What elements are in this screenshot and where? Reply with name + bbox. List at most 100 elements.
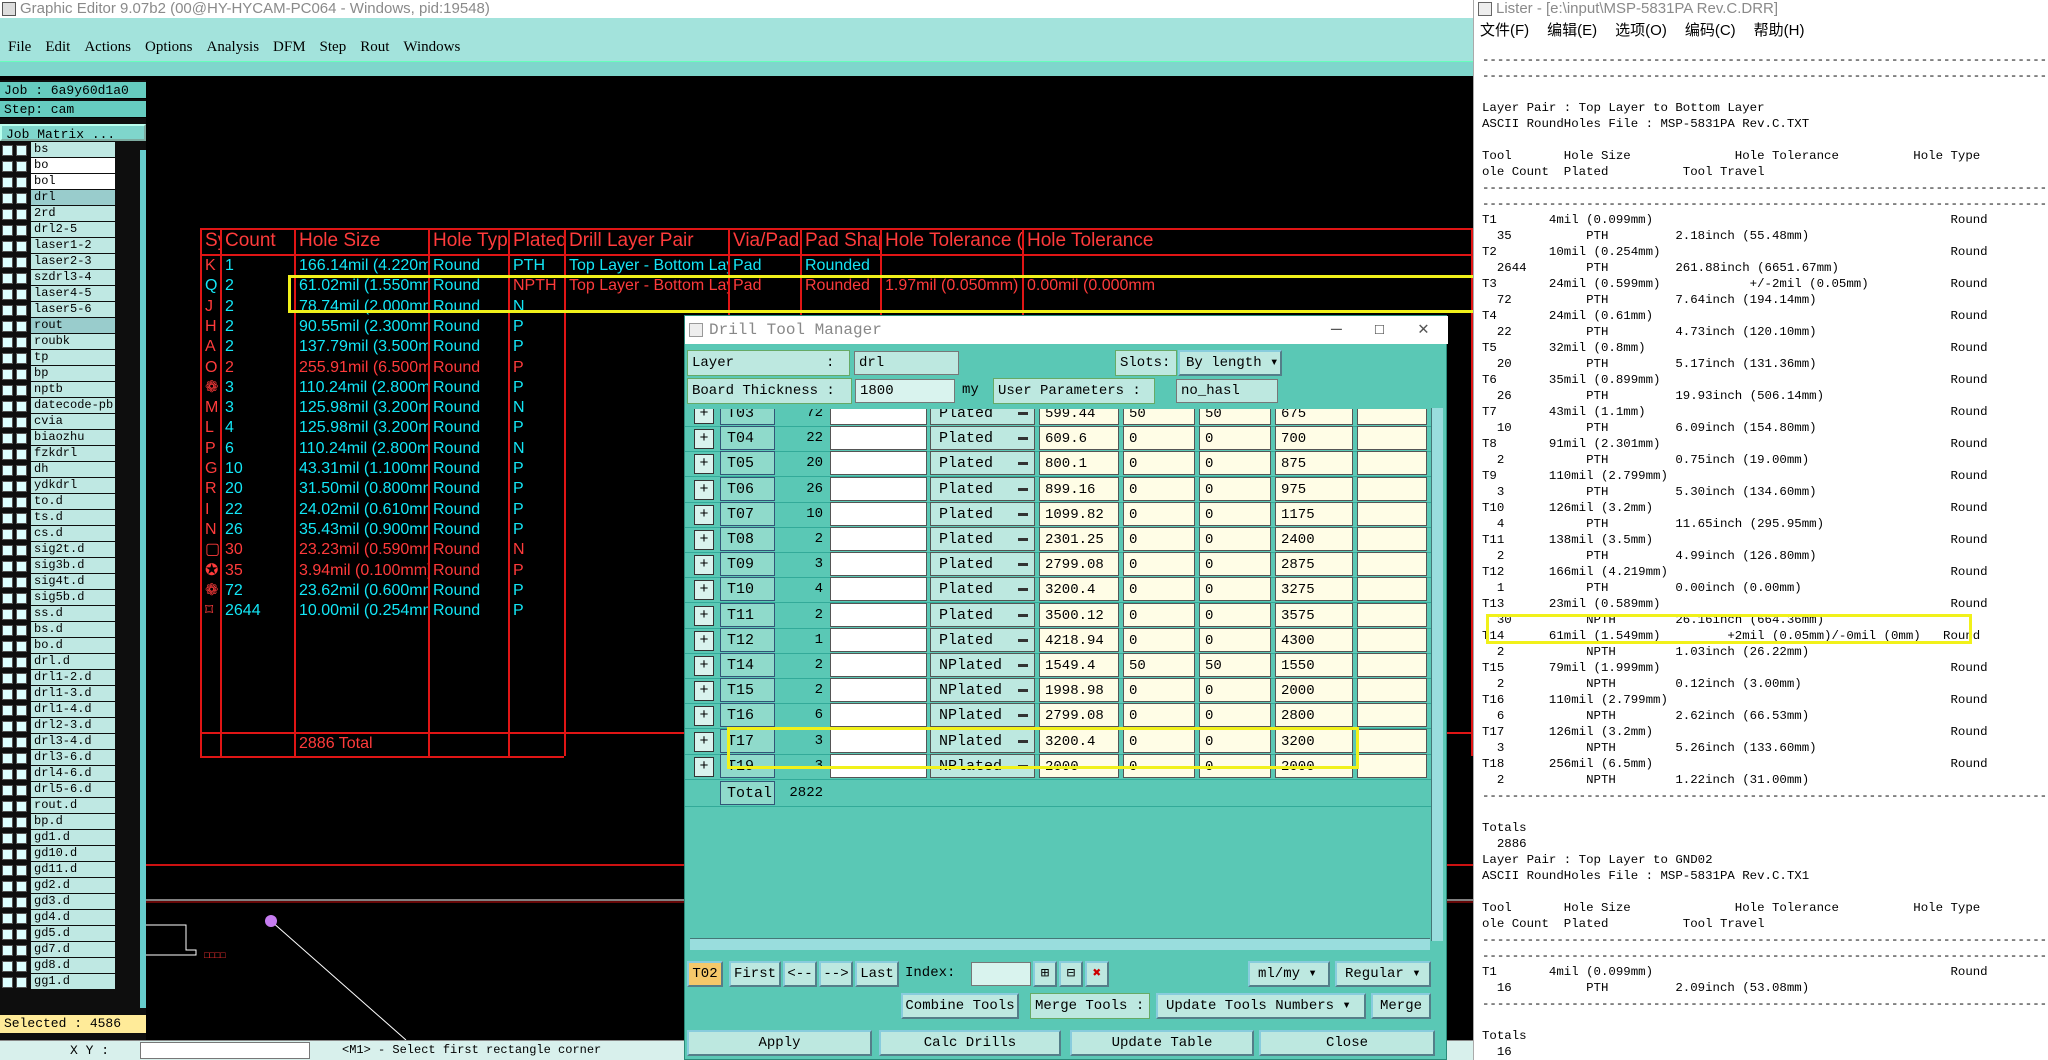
menu-analysis[interactable]: Analysis: [207, 39, 260, 56]
plated-dropdown[interactable]: NPlated: [930, 653, 1035, 677]
layer-affected-checkbox[interactable]: [16, 257, 27, 268]
finish-size-input[interactable]: 2000: [1275, 678, 1353, 703]
layer-checkbox[interactable]: [2, 497, 13, 508]
drill-size-input[interactable]: 4218.94: [1039, 627, 1119, 652]
layer-checkbox[interactable]: [2, 369, 13, 380]
layer-checkbox[interactable]: [2, 977, 13, 988]
layer-row[interactable]: laser2-3: [0, 254, 146, 270]
layer-row[interactable]: gd4.d: [0, 910, 146, 926]
layer-affected-checkbox[interactable]: [16, 689, 27, 700]
layer-row[interactable]: sig3b.d: [0, 558, 146, 574]
extra-input[interactable]: [1357, 728, 1427, 753]
extra-input[interactable]: [1357, 501, 1427, 526]
drill-size-input[interactable]: 2799.08: [1039, 703, 1119, 728]
tool-text-input[interactable]: [830, 451, 927, 476]
layer-row[interactable]: gd1.d: [0, 830, 146, 846]
layer-row[interactable]: drl3-4.d: [0, 734, 146, 750]
plated-dropdown[interactable]: Plated: [930, 426, 1035, 451]
tol-minus-input[interactable]: 0: [1199, 476, 1271, 501]
layer-row[interactable]: bo.d: [0, 638, 146, 654]
layer-field[interactable]: drl: [854, 351, 959, 375]
layer-affected-checkbox[interactable]: [16, 433, 27, 444]
tol-minus-input[interactable]: 0: [1199, 426, 1271, 451]
index-input[interactable]: [971, 962, 1031, 986]
layer-checkbox[interactable]: [2, 769, 13, 780]
layer-row[interactable]: laser1-2: [0, 238, 146, 254]
expand-icon[interactable]: +: [694, 504, 714, 525]
tol-plus-input[interactable]: 0: [1123, 552, 1195, 577]
tool-row[interactable]: + T08 2 Plated 2301.25 0 0 2400: [685, 527, 1440, 553]
extra-input[interactable]: [1357, 753, 1427, 778]
tol-minus-input[interactable]: 0: [1199, 602, 1271, 627]
tool-text-input[interactable]: [830, 577, 927, 602]
layer-checkbox[interactable]: [2, 625, 13, 636]
minimize-icon[interactable]: —: [1331, 316, 1342, 344]
layer-row[interactable]: drl5-6.d: [0, 782, 146, 798]
layer-checkbox[interactable]: [2, 225, 13, 236]
layer-checkbox[interactable]: [2, 785, 13, 796]
board-thickness-input[interactable]: 1800: [855, 379, 955, 403]
layer-row[interactable]: sig5b.d: [0, 590, 146, 606]
layer-checkbox[interactable]: [2, 465, 13, 476]
layer-affected-checkbox[interactable]: [16, 641, 27, 652]
layer-row[interactable]: drl1-2.d: [0, 670, 146, 686]
extra-input[interactable]: [1357, 678, 1427, 703]
delete-icon[interactable]: ✖: [1085, 961, 1109, 987]
layer-row[interactable]: cvia: [0, 414, 146, 430]
layer-affected-checkbox[interactable]: [16, 545, 27, 556]
extra-input[interactable]: [1357, 653, 1427, 677]
layer-row[interactable]: bp: [0, 366, 146, 382]
close-icon[interactable]: ✕: [1418, 316, 1429, 344]
finish-size-input[interactable]: 2800: [1275, 703, 1353, 728]
layer-row[interactable]: szdrl3-4: [0, 270, 146, 286]
layer-row[interactable]: datecode-pb: [0, 398, 146, 414]
menu-windows[interactable]: Windows: [403, 39, 460, 56]
layer-row[interactable]: bol: [0, 174, 146, 190]
calc-drills-button[interactable]: Calc Drills: [879, 1030, 1061, 1056]
layer-row[interactable]: drl1-3.d: [0, 686, 146, 702]
layer-affected-checkbox[interactable]: [16, 833, 27, 844]
layer-row[interactable]: gd5.d: [0, 926, 146, 942]
layer-checkbox[interactable]: [2, 401, 13, 412]
expand-icon[interactable]: +: [694, 756, 714, 777]
tool-row[interactable]: + T11 2 Plated 3500.12 0 0 3575: [685, 602, 1440, 629]
lister-menu-item[interactable]: 选项(O): [1615, 22, 1667, 39]
layer-checkbox[interactable]: [2, 961, 13, 972]
layer-affected-checkbox[interactable]: [16, 193, 27, 204]
finish-size-input[interactable]: 875: [1275, 451, 1353, 476]
layer-checkbox[interactable]: [2, 817, 13, 828]
layer-row[interactable]: cs.d: [0, 526, 146, 542]
expand-icon[interactable]: +: [694, 681, 714, 702]
job-matrix-button[interactable]: Job Matrix ...: [0, 124, 146, 142]
tool-text-input[interactable]: [830, 678, 927, 703]
tol-plus-input[interactable]: 0: [1123, 678, 1195, 703]
apply-button[interactable]: Apply: [687, 1030, 872, 1056]
layer-row[interactable]: drl2-3.d: [0, 718, 146, 734]
layer-row[interactable]: drl3-6.d: [0, 750, 146, 766]
expand-icon[interactable]: +: [694, 409, 714, 424]
tol-plus-input[interactable]: 0: [1123, 451, 1195, 476]
expand-icon[interactable]: +: [694, 605, 714, 626]
layer-affected-checkbox[interactable]: [16, 337, 27, 348]
tol-plus-input[interactable]: 0: [1123, 602, 1195, 627]
tool-text-input[interactable]: [830, 703, 927, 728]
layer-row[interactable]: gd7.d: [0, 942, 146, 958]
prev-button[interactable]: <--: [783, 961, 817, 987]
layer-row[interactable]: ydkdrl: [0, 478, 146, 494]
menu-edit[interactable]: Edit: [45, 39, 70, 56]
layer-checkbox[interactable]: [2, 417, 13, 428]
tol-minus-input[interactable]: 50: [1199, 409, 1271, 425]
finish-size-input[interactable]: 675: [1275, 409, 1353, 425]
slots-dropdown[interactable]: By length ▾: [1178, 350, 1282, 376]
plated-dropdown[interactable]: Plated: [930, 451, 1035, 476]
layer-affected-checkbox[interactable]: [16, 561, 27, 572]
layer-checkbox[interactable]: [2, 433, 13, 444]
extra-input[interactable]: [1357, 627, 1427, 652]
first-button[interactable]: First: [729, 961, 781, 987]
expand-icon[interactable]: +: [694, 454, 714, 475]
layer-checkbox[interactable]: [2, 337, 13, 348]
tol-plus-input[interactable]: 0: [1123, 703, 1195, 728]
expand-icon[interactable]: +: [694, 656, 714, 676]
tool-row[interactable]: + T06 26 Plated 899.16 0 0 975: [685, 476, 1440, 503]
layer-affected-checkbox[interactable]: [16, 865, 27, 876]
